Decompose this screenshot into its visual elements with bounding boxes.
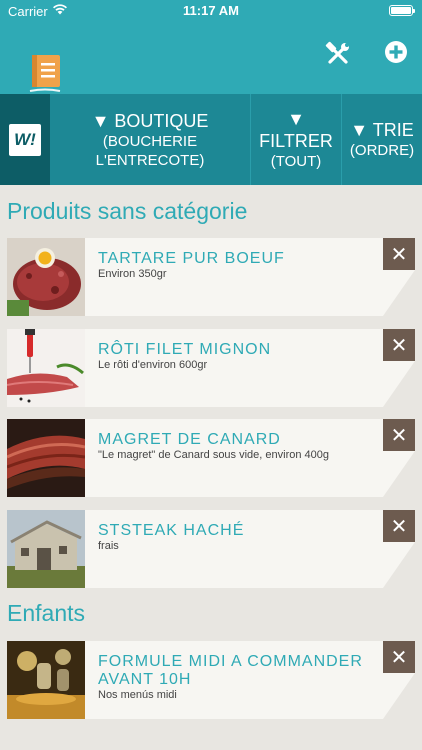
tab-filtrer-arrow: ▼ [287, 109, 305, 129]
app-logo[interactable]: W! [0, 94, 50, 185]
filter-tab-bar: W! ▼ BOUTIQUE (BOUCHERIE L'ENTRECOTE) ▼ … [0, 94, 422, 185]
close-icon: ✕ [390, 334, 408, 357]
product-card[interactable]: TARTARE PUR BOEUF Environ 350gr ✕ [7, 238, 415, 316]
clock: 11:17 AM [183, 3, 239, 18]
logo-badge: W! [9, 123, 41, 156]
close-icon: ✕ [390, 424, 408, 447]
close-icon: ✕ [390, 515, 408, 538]
product-description: Environ 350gr [98, 268, 167, 280]
product-name: RÔTI FILET MIGNON [98, 341, 272, 358]
product-name: MAGRET DE CANARD [98, 431, 281, 448]
product-image [7, 238, 85, 316]
tab-boutique-value-line1: (BOUCHERIE [102, 132, 198, 150]
delete-button[interactable]: ✕ [383, 510, 415, 542]
delete-button[interactable]: ✕ [383, 419, 415, 451]
product-name: STSTEAK HACHÉ [98, 522, 245, 539]
section-title: Produits sans catégorie [7, 198, 248, 224]
product-description: Nos menús midi [98, 689, 177, 701]
app-header: Carrier 11:17 AM [0, 0, 422, 94]
tab-filtrer-label: FILTRER [259, 131, 333, 151]
product-description: "Le magret" de Canard sous vide, environ… [98, 449, 330, 461]
product-image [7, 510, 85, 588]
product-card[interactable]: RÔTI FILET MIGNON Le rôti d'environ 600g… [7, 329, 415, 407]
status-bar: Carrier 11:17 AM [0, 0, 422, 22]
card-corner [383, 270, 415, 316]
plus-circle-icon[interactable] [384, 40, 408, 64]
product-name: TARTARE PUR BOEUF [98, 250, 285, 267]
product-card[interactable]: FORMULE MIDI A COMMANDER AVANT 10H Nos m… [7, 641, 415, 719]
product-description: Le rôti d'environ 600gr [98, 359, 208, 371]
battery-icon [389, 5, 415, 16]
tab-trie-value: (ORDRE) [349, 142, 415, 159]
product-description: frais [98, 540, 119, 552]
tab-filtrer-value: (TOUT) [270, 153, 322, 170]
product-name: FORMULE MIDI A COMMANDER AVANT 10H [98, 653, 363, 688]
tab-boutique[interactable]: ▼ BOUTIQUE (BOUCHERIE L'ENTRECOTE) [50, 94, 251, 185]
card-corner [383, 673, 415, 719]
card-corner [383, 361, 415, 407]
tab-trie-label: ▼ TRIE [350, 120, 414, 140]
delete-button[interactable]: ✕ [383, 238, 415, 270]
tab-filtrer[interactable]: ▼ FILTRER (TOUT) [251, 94, 342, 185]
delete-button[interactable]: ✕ [383, 641, 415, 673]
tab-trie[interactable]: ▼ TRIE (ORDRE) [342, 94, 422, 185]
close-icon: ✕ [390, 646, 408, 669]
tab-boutique-value-line2: L'ENTRECOTE) [95, 151, 205, 169]
card-corner [383, 542, 415, 588]
tools-icon[interactable] [324, 40, 352, 68]
product-card[interactable]: STSTEAK HACHÉ frais ✕ [7, 510, 415, 588]
product-image [7, 641, 85, 719]
tab-boutique-label: ▼ BOUTIQUE [91, 110, 209, 131]
book-icon [29, 55, 61, 92]
product-card[interactable]: MAGRET DE CANARD "Le magret" de Canard s… [7, 419, 415, 497]
product-image [7, 329, 85, 407]
card-corner [383, 451, 415, 497]
close-icon: ✕ [390, 243, 408, 266]
product-image [7, 419, 85, 497]
section-title: Enfants [7, 600, 85, 626]
delete-button[interactable]: ✕ [383, 329, 415, 361]
